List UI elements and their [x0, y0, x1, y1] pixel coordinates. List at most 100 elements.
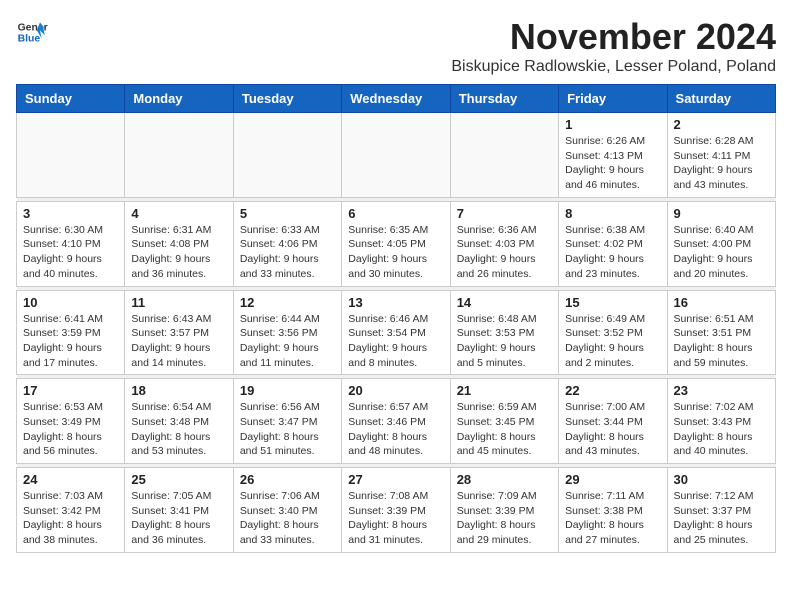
calendar-cell: 22 Sunrise: 7:00 AM Sunset: 3:44 PM Dayli… — [559, 379, 667, 464]
calendar-cell: 1 Sunrise: 6:26 AM Sunset: 4:13 PM Daylig… — [559, 113, 667, 198]
weekday-header: Sunday — [17, 85, 125, 113]
day-info: Sunrise: 7:11 AM Sunset: 3:38 PM Dayligh… — [565, 489, 660, 548]
calendar-cell: 2Sunrise: 6:28 AM Sunset: 4:11 PM Daylig… — [667, 113, 775, 198]
weekday-header: Saturday — [667, 85, 775, 113]
day-number: 29 — [565, 472, 660, 487]
svg-text:Blue: Blue — [18, 34, 41, 45]
day-number: 14 — [457, 295, 552, 310]
day-number: 20 — [348, 383, 443, 398]
day-number: 8 — [565, 206, 660, 221]
calendar-week-row: 17 Sunrise: 6:53 AM Sunset: 3:49 PM Dayli… — [17, 379, 776, 464]
day-info: Sunrise: 6:59 AM Sunset: 3:45 PM Dayligh… — [457, 400, 552, 459]
calendar-cell: 25 Sunrise: 7:05 AM Sunset: 3:41 PM Dayli… — [125, 468, 233, 553]
day-number: 12 — [240, 295, 335, 310]
day-info: Sunrise: 6:54 AM Sunset: 3:48 PM Dayligh… — [131, 400, 226, 459]
day-info: Sunrise: 6:26 AM Sunset: 4:13 PM Dayligh… — [565, 134, 660, 193]
day-info: Sunrise: 7:08 AM Sunset: 3:39 PM Dayligh… — [348, 489, 443, 548]
logo: General Blue — [16, 16, 48, 48]
day-info: Sunrise: 6:43 AM Sunset: 3:57 PM Dayligh… — [131, 312, 226, 371]
weekday-header: Monday — [125, 85, 233, 113]
calendar-cell: 5 Sunrise: 6:33 AM Sunset: 4:06 PM Daylig… — [233, 201, 341, 286]
day-info: Sunrise: 6:48 AM Sunset: 3:53 PM Dayligh… — [457, 312, 552, 371]
calendar-cell: 8 Sunrise: 6:38 AM Sunset: 4:02 PM Daylig… — [559, 201, 667, 286]
day-number: 1 — [565, 117, 660, 132]
calendar-cell: 6 Sunrise: 6:35 AM Sunset: 4:05 PM Daylig… — [342, 201, 450, 286]
day-number: 24 — [23, 472, 118, 487]
calendar-week-row: 24 Sunrise: 7:03 AM Sunset: 3:42 PM Dayli… — [17, 468, 776, 553]
calendar-cell: 23 Sunrise: 7:02 AM Sunset: 3:43 PM Dayli… — [667, 379, 775, 464]
location: Biskupice Radlowskie, Lesser Poland, Pol… — [451, 58, 776, 76]
calendar-cell: 21 Sunrise: 6:59 AM Sunset: 3:45 PM Dayli… — [450, 379, 558, 464]
weekday-header-row: SundayMondayTuesdayWednesdayThursdayFrid… — [17, 85, 776, 113]
day-number: 13 — [348, 295, 443, 310]
day-info: Sunrise: 7:05 AM Sunset: 3:41 PM Dayligh… — [131, 489, 226, 548]
day-info: Sunrise: 6:49 AM Sunset: 3:52 PM Dayligh… — [565, 312, 660, 371]
day-info: Sunrise: 6:35 AM Sunset: 4:05 PM Dayligh… — [348, 223, 443, 282]
day-number: 18 — [131, 383, 226, 398]
day-info: Sunrise: 7:03 AM Sunset: 3:42 PM Dayligh… — [23, 489, 118, 548]
day-info: Sunrise: 7:02 AM Sunset: 3:43 PM Dayligh… — [674, 400, 769, 459]
calendar-cell: 11 Sunrise: 6:43 AM Sunset: 3:57 PM Dayli… — [125, 290, 233, 375]
calendar-cell: 14 Sunrise: 6:48 AM Sunset: 3:53 PM Dayli… — [450, 290, 558, 375]
month-title: November 2024 — [451, 16, 776, 58]
day-number: 9 — [674, 206, 769, 221]
day-info: Sunrise: 6:57 AM Sunset: 3:46 PM Dayligh… — [348, 400, 443, 459]
calendar-cell: 29 Sunrise: 7:11 AM Sunset: 3:38 PM Dayli… — [559, 468, 667, 553]
calendar-cell — [233, 113, 341, 198]
calendar-cell: 7 Sunrise: 6:36 AM Sunset: 4:03 PM Daylig… — [450, 201, 558, 286]
calendar-cell: 3Sunrise: 6:30 AM Sunset: 4:10 PM Daylig… — [17, 201, 125, 286]
day-number: 28 — [457, 472, 552, 487]
day-info: Sunrise: 6:33 AM Sunset: 4:06 PM Dayligh… — [240, 223, 335, 282]
day-number: 17 — [23, 383, 118, 398]
logo-icon: General Blue — [16, 16, 48, 48]
calendar-table: SundayMondayTuesdayWednesdayThursdayFrid… — [16, 84, 776, 553]
day-info: Sunrise: 6:41 AM Sunset: 3:59 PM Dayligh… — [23, 312, 118, 371]
weekday-header: Wednesday — [342, 85, 450, 113]
calendar-cell: 15Sunrise: 6:49 AM Sunset: 3:52 PM Dayli… — [559, 290, 667, 375]
day-info: Sunrise: 6:40 AM Sunset: 4:00 PM Dayligh… — [674, 223, 769, 282]
calendar-cell: 28Sunrise: 7:09 AM Sunset: 3:39 PM Dayli… — [450, 468, 558, 553]
calendar-cell: 13 Sunrise: 6:46 AM Sunset: 3:54 PM Dayli… — [342, 290, 450, 375]
calendar-cell: 17 Sunrise: 6:53 AM Sunset: 3:49 PM Dayli… — [17, 379, 125, 464]
calendar-cell — [17, 113, 125, 198]
weekday-header: Friday — [559, 85, 667, 113]
calendar-cell: 18 Sunrise: 6:54 AM Sunset: 3:48 PM Dayli… — [125, 379, 233, 464]
day-info: Sunrise: 6:46 AM Sunset: 3:54 PM Dayligh… — [348, 312, 443, 371]
day-number: 26 — [240, 472, 335, 487]
day-number: 5 — [240, 206, 335, 221]
day-info: Sunrise: 7:12 AM Sunset: 3:37 PM Dayligh… — [674, 489, 769, 548]
day-number: 4 — [131, 206, 226, 221]
day-number: 7 — [457, 206, 552, 221]
day-info: Sunrise: 6:53 AM Sunset: 3:49 PM Dayligh… — [23, 400, 118, 459]
day-number: 23 — [674, 383, 769, 398]
weekday-header: Thursday — [450, 85, 558, 113]
weekday-header: Tuesday — [233, 85, 341, 113]
calendar-cell — [342, 113, 450, 198]
calendar-week-row: 1 Sunrise: 6:26 AM Sunset: 4:13 PM Daylig… — [17, 113, 776, 198]
calendar-cell: 19 Sunrise: 6:56 AM Sunset: 3:47 PM Dayli… — [233, 379, 341, 464]
day-info: Sunrise: 6:28 AM Sunset: 4:11 PM Dayligh… — [674, 134, 769, 193]
calendar-cell: 26Sunrise: 7:06 AM Sunset: 3:40 PM Dayli… — [233, 468, 341, 553]
day-number: 6 — [348, 206, 443, 221]
day-number: 19 — [240, 383, 335, 398]
calendar-cell: 24 Sunrise: 7:03 AM Sunset: 3:42 PM Dayli… — [17, 468, 125, 553]
header: General Blue November 2024 Biskupice Rad… — [16, 16, 776, 76]
day-info: Sunrise: 6:51 AM Sunset: 3:51 PM Dayligh… — [674, 312, 769, 371]
day-info: Sunrise: 7:00 AM Sunset: 3:44 PM Dayligh… — [565, 400, 660, 459]
day-number: 22 — [565, 383, 660, 398]
title-area: November 2024 Biskupice Radlowskie, Less… — [451, 16, 776, 76]
day-info: Sunrise: 6:36 AM Sunset: 4:03 PM Dayligh… — [457, 223, 552, 282]
day-number: 25 — [131, 472, 226, 487]
day-number: 30 — [674, 472, 769, 487]
day-info: Sunrise: 6:56 AM Sunset: 3:47 PM Dayligh… — [240, 400, 335, 459]
calendar-cell — [450, 113, 558, 198]
calendar-week-row: 10Sunrise: 6:41 AM Sunset: 3:59 PM Dayli… — [17, 290, 776, 375]
calendar-cell: 10Sunrise: 6:41 AM Sunset: 3:59 PM Dayli… — [17, 290, 125, 375]
day-number: 11 — [131, 295, 226, 310]
calendar-cell: 30 Sunrise: 7:12 AM Sunset: 3:37 PM Dayli… — [667, 468, 775, 553]
day-info: Sunrise: 6:30 AM Sunset: 4:10 PM Dayligh… — [23, 223, 118, 282]
calendar-cell — [125, 113, 233, 198]
calendar-cell: 12Sunrise: 6:44 AM Sunset: 3:56 PM Dayli… — [233, 290, 341, 375]
day-info: Sunrise: 6:38 AM Sunset: 4:02 PM Dayligh… — [565, 223, 660, 282]
day-number: 21 — [457, 383, 552, 398]
